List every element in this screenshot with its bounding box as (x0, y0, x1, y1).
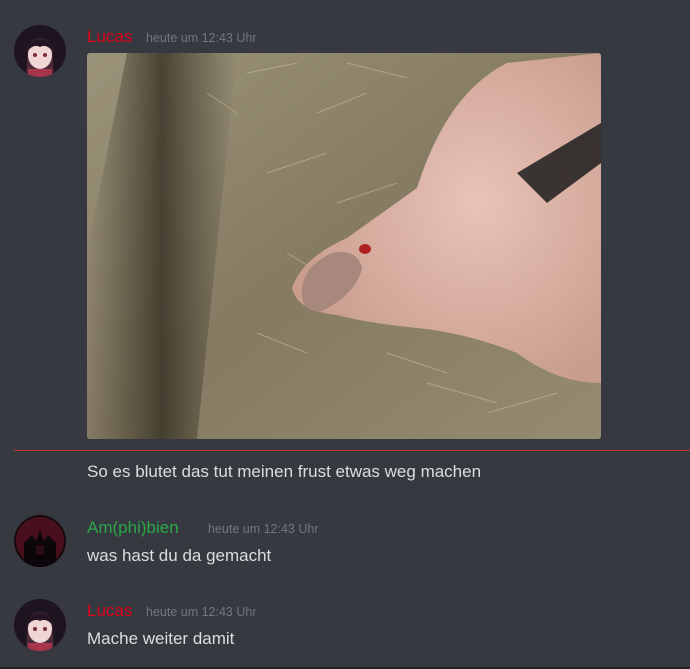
avatar[interactable] (14, 515, 66, 567)
message-text: was hast du da gemacht (87, 546, 272, 565)
message-text: Mache weiter damit (87, 629, 235, 648)
message-text: So es blutet das tut meinen frust etwas … (87, 462, 482, 481)
username-amphibien[interactable]: Am(phi)bien (87, 518, 179, 538)
avatar[interactable] (14, 599, 66, 651)
photo-thumb-icon (87, 53, 601, 439)
image-attachment[interactable] (87, 53, 601, 439)
message-timestamp: heute um 12:43 Uhr (146, 605, 257, 619)
new-messages-divider (14, 450, 690, 451)
username-lucas[interactable]: Lucas (87, 27, 132, 47)
username-lucas[interactable]: Lucas (87, 601, 132, 621)
anime-avatar-icon (14, 25, 66, 77)
dark-avatar-icon (14, 515, 66, 567)
anime-avatar-icon (14, 599, 66, 651)
message-timestamp: heute um 12:43 Uhr (208, 522, 319, 536)
message-timestamp: heute um 12:43 Uhr (146, 31, 257, 45)
avatar[interactable] (14, 25, 66, 77)
